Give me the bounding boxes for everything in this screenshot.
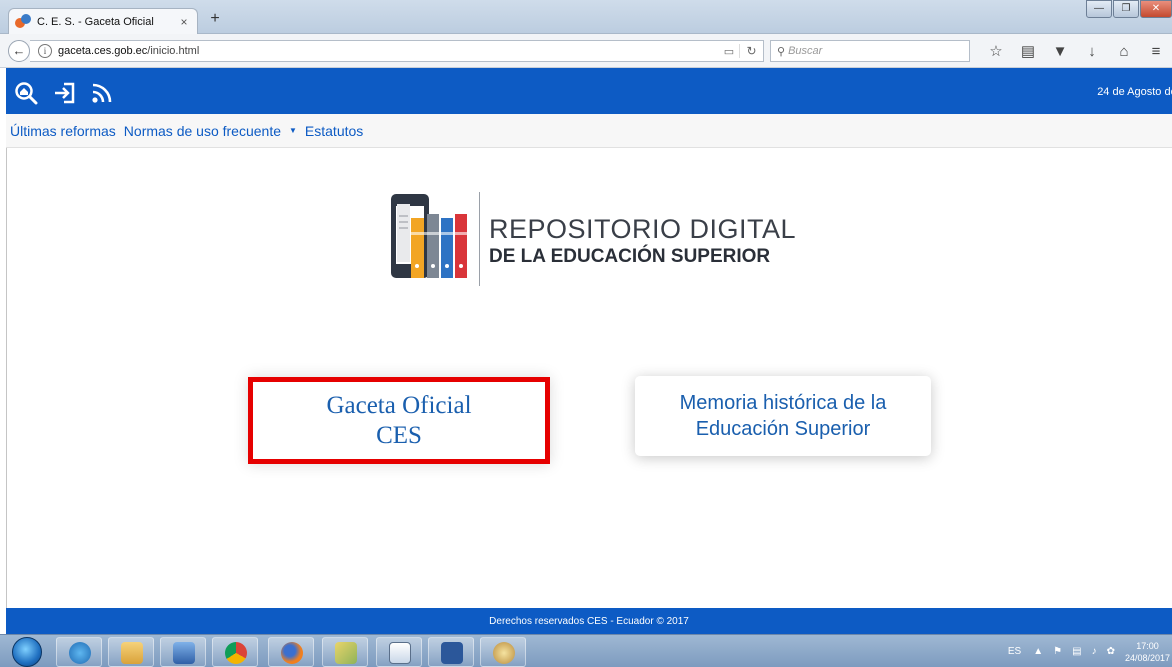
menu-item-estatutos[interactable]: Estatutos bbox=[305, 123, 363, 139]
login-icon[interactable] bbox=[52, 81, 78, 105]
back-arrow-icon[interactable]: ← bbox=[8, 40, 30, 62]
logo-subtitle: DE LA EDUCACIÓN SUPERIOR bbox=[489, 246, 771, 267]
memoria-card-line1: Memoria histórica de la bbox=[679, 392, 887, 414]
tab-title: C. E. S. - Gaceta Oficial bbox=[37, 15, 154, 28]
minimize-button[interactable]: — bbox=[1086, 0, 1112, 18]
reader-view-icon[interactable]: ▭ bbox=[719, 45, 739, 58]
paint-icon[interactable] bbox=[480, 637, 526, 667]
clock-time: 17:00 bbox=[1136, 640, 1159, 651]
memoria-card-line2: Educación Superior bbox=[695, 418, 871, 440]
menu-item-ultimas-reformas[interactable]: Últimas reformas bbox=[10, 123, 116, 139]
browser-toolbar: ☆ ▤ ▼ ↓ ⌂ ≡ bbox=[980, 40, 1172, 62]
footer-copyright: Derechos reservados CES - Ecuador © 2017 bbox=[489, 615, 689, 627]
gaceta-card-line1: Gaceta Oficial bbox=[326, 391, 472, 419]
header-date: 24 de Agosto de 20 bbox=[1097, 86, 1172, 98]
books-device-logo-icon bbox=[391, 194, 467, 278]
repository-logo: REPOSITORIO DIGITAL DE LA EDUCACIÓN SUPE… bbox=[389, 192, 819, 288]
site-footer: Derechos reservados CES - Ecuador © 2017 bbox=[6, 608, 1172, 634]
media-player-icon[interactable] bbox=[160, 637, 206, 667]
url-path: /inicio.html bbox=[147, 45, 200, 57]
url-bar[interactable]: i gaceta.ces.gob.ec/inicio.html ▭ ↻ bbox=[30, 40, 764, 62]
menu-icon[interactable]: ≡ bbox=[1140, 43, 1172, 60]
firefox-icon[interactable] bbox=[268, 637, 314, 667]
tray-app-icon[interactable]: ✿ bbox=[1107, 646, 1115, 657]
clock-date: 24/08/2017 bbox=[1124, 652, 1170, 663]
url-host: gaceta.ces.gob.ec bbox=[58, 45, 148, 57]
gaceta-oficial-card[interactable]: Gaceta Oficial CES bbox=[248, 377, 550, 464]
logo-divider bbox=[479, 192, 480, 286]
search-bar[interactable]: ⚲ Buscar bbox=[770, 40, 970, 62]
home-icon[interactable]: ⌂ bbox=[1108, 43, 1140, 60]
main-menu: Últimas reformas Normas de uso frecuente… bbox=[6, 114, 1172, 148]
file-explorer-icon[interactable] bbox=[108, 637, 154, 667]
language-indicator[interactable]: ES bbox=[1008, 646, 1021, 657]
volume-icon[interactable]: ♪ bbox=[1092, 646, 1097, 657]
reload-icon[interactable]: ↻ bbox=[739, 44, 763, 58]
bookmarks-library-icon[interactable]: ▤ bbox=[1012, 42, 1044, 60]
browser-titlebar: C. E. S. - Gaceta Oficial × + — ❐ ✕ bbox=[0, 0, 1172, 34]
site-favicon-icon bbox=[15, 13, 31, 30]
gaceta-card-line2: CES bbox=[376, 421, 422, 449]
notepad-icon[interactable] bbox=[376, 637, 422, 667]
start-button-icon[interactable] bbox=[12, 637, 42, 667]
chrome-icon[interactable] bbox=[212, 637, 258, 667]
close-window-button[interactable]: ✕ bbox=[1140, 0, 1172, 18]
network-icon[interactable]: ▤ bbox=[1072, 646, 1081, 657]
search-icon: ⚲ bbox=[777, 45, 786, 58]
url-text[interactable]: gaceta.ces.gob.ec/inicio.html bbox=[58, 45, 719, 57]
main-content: REPOSITORIO DIGITAL DE LA EDUCACIÓN SUPE… bbox=[6, 148, 1172, 608]
chevron-down-icon[interactable]: ▼ bbox=[289, 126, 297, 135]
search-placeholder: Buscar bbox=[788, 45, 823, 57]
system-clock[interactable]: 17:00 24/08/2017 bbox=[1125, 640, 1170, 664]
download-icon[interactable]: ↓ bbox=[1076, 43, 1108, 60]
tab-close-icon[interactable]: × bbox=[177, 15, 191, 29]
search-home-icon[interactable] bbox=[14, 81, 40, 105]
maximize-button[interactable]: ❐ bbox=[1113, 0, 1139, 18]
new-tab-button[interactable]: + bbox=[204, 9, 226, 29]
show-hidden-icons-icon[interactable]: ▲ bbox=[1033, 646, 1043, 657]
system-tray: ES ▲ ⚑ ▤ ♪ ✿ 17:00 24/08/2017 bbox=[1008, 635, 1172, 667]
rss-icon[interactable] bbox=[90, 81, 116, 105]
site-header: 24 de Agosto de 20 bbox=[6, 68, 1172, 114]
paint-tool-icon[interactable] bbox=[322, 637, 368, 667]
browser-tab[interactable]: C. E. S. - Gaceta Oficial × bbox=[8, 8, 198, 34]
site-info-icon[interactable]: i bbox=[38, 44, 52, 58]
internet-explorer-icon[interactable] bbox=[56, 637, 102, 667]
bookmark-star-icon[interactable]: ☆ bbox=[980, 42, 1012, 60]
window-controls: — ❐ ✕ bbox=[1085, 0, 1172, 20]
word-icon[interactable] bbox=[428, 637, 474, 667]
browser-navbar: ← i gaceta.ces.gob.ec/inicio.html ▭ ↻ ⚲ … bbox=[0, 34, 1172, 68]
pocket-icon[interactable]: ▼ bbox=[1044, 43, 1076, 60]
action-center-flag-icon[interactable]: ⚑ bbox=[1053, 646, 1062, 657]
memoria-historica-card[interactable]: Memoria histórica de la Educación Superi… bbox=[635, 376, 931, 456]
logo-title: REPOSITORIO DIGITAL bbox=[489, 214, 797, 244]
menu-item-normas-uso-frecuente[interactable]: Normas de uso frecuente bbox=[124, 123, 281, 139]
windows-taskbar: ES ▲ ⚑ ▤ ♪ ✿ 17:00 24/08/2017 bbox=[0, 634, 1172, 667]
